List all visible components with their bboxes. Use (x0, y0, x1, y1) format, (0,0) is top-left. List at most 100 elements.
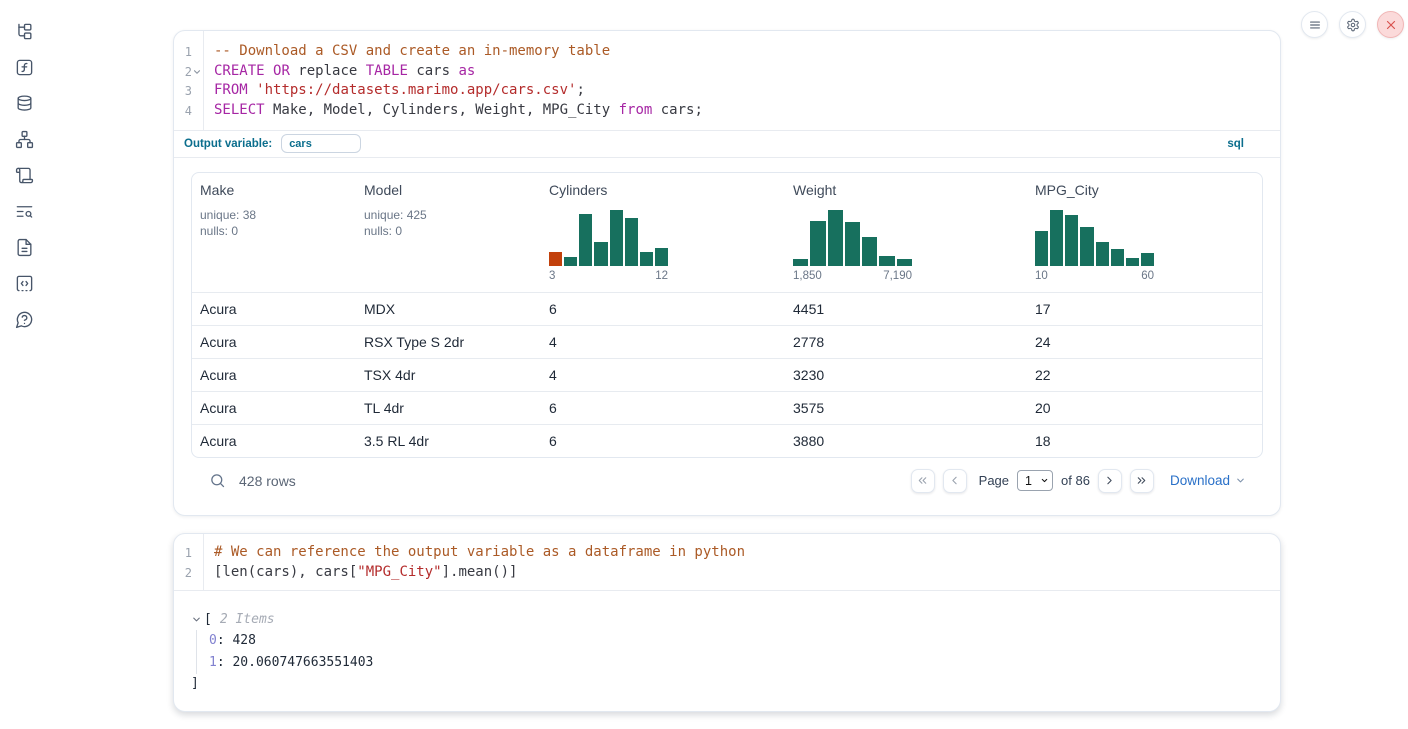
function-square-icon (15, 58, 34, 77)
item-separator: : (217, 655, 233, 670)
item-value: 20.060747663551403 (232, 655, 373, 670)
histogram-bar (549, 252, 562, 266)
python-code-editor[interactable]: 12# We can reference the output variable… (174, 534, 1280, 591)
code-token: "MPG_City" (357, 564, 441, 580)
column-header-weight[interactable]: Weight1,8507,190 (785, 173, 1027, 292)
line-number-text: 2 (185, 65, 192, 79)
output-variable-label: Output variable: (184, 138, 272, 150)
table-cell: 20 (1027, 392, 1262, 424)
search-button[interactable] (208, 472, 226, 490)
settings-button[interactable] (1339, 11, 1366, 38)
code-token: as (458, 63, 475, 79)
table-row[interactable]: Acura3.5 RL 4dr6388018 (192, 424, 1262, 457)
line-number-gutter: 1234 (174, 31, 204, 130)
code-line[interactable]: [len(cars), cars["MPG_City"].mean()] (214, 563, 1280, 583)
sidebar-help-button[interactable] (14, 310, 34, 329)
item-index: 1 (209, 655, 217, 670)
stat-line: nulls: 0 (200, 223, 348, 240)
sidebar-file-explorer-button[interactable] (14, 22, 34, 41)
axis-min-label: 1,850 (793, 270, 822, 282)
page-total: of 86 (1061, 473, 1090, 488)
sql-cell: 1 2 3 4 -- Download a CSV and create an in-m… (173, 30, 1281, 516)
code-line[interactable]: -- Download a CSV and create an in-memor… (214, 42, 1280, 62)
code-line[interactable]: # We can reference the output variable a… (214, 543, 1280, 563)
sidebar-documentation-button[interactable] (14, 238, 34, 257)
column-header-model[interactable]: Modelunique: 425nulls: 0 (356, 173, 541, 292)
table-cell: 6 (541, 293, 785, 325)
first-page-button[interactable] (911, 469, 935, 493)
table-footer: 428 rows Page 1 of 86 (191, 458, 1263, 504)
tree-root-row: [ 2 Items (191, 608, 1280, 630)
code-token: ; (576, 82, 584, 98)
column-header-make[interactable]: Makeunique: 38nulls: 0 (192, 173, 356, 292)
sql-code-editor[interactable]: 1234-- Download a CSV and create an in-m… (174, 31, 1280, 131)
column-histogram (793, 210, 912, 266)
line-number: 3 (174, 81, 203, 101)
fold-chevron-icon[interactable] (192, 67, 202, 77)
table-cell: 3.5 RL 4dr (356, 425, 541, 457)
python-cell: 1 2 # We can reference the output variable… (173, 533, 1281, 712)
line-number: 4 (174, 101, 203, 121)
prev-page-button[interactable] (943, 469, 967, 493)
table-cell: TL 4dr (356, 392, 541, 424)
histogram-bar (862, 237, 877, 266)
line-number: 2 (174, 563, 203, 583)
sidebar-scratchpad-button[interactable] (14, 166, 34, 185)
sidebar-variables-button[interactable] (14, 58, 34, 77)
download-label: Download (1170, 473, 1230, 488)
menu-button[interactable] (1301, 11, 1328, 38)
code-line[interactable]: FROM 'https://datasets.marimo.app/cars.c… (214, 81, 1280, 101)
table-cell: 6 (541, 392, 785, 424)
table-row[interactable]: AcuraTSX 4dr4323022 (192, 358, 1262, 391)
download-button[interactable]: Download (1170, 473, 1246, 488)
table-cell: Acura (192, 425, 356, 457)
list-item: 0: 428 (209, 630, 1280, 652)
page-label: Page (979, 473, 1009, 488)
column-header-cylinders[interactable]: Cylinders312 (541, 173, 785, 292)
shutdown-button[interactable] (1377, 11, 1404, 38)
code-line[interactable]: SELECT Make, Model, Cylinders, Weight, M… (214, 101, 1280, 121)
fold-spacer (192, 548, 202, 558)
table-row[interactable]: AcuraMDX6445117 (192, 292, 1262, 325)
code-token: CREATE (214, 63, 265, 79)
last-page-button[interactable] (1130, 469, 1154, 493)
page-select[interactable]: 1 (1017, 470, 1053, 491)
table-cell: RSX Type S 2dr (356, 326, 541, 358)
table-cell: 18 (1027, 425, 1262, 457)
page-select-wrap: 1 (1017, 470, 1053, 491)
code-token: 'https://datasets.marimo.app/cars.csv' (256, 82, 576, 98)
sidebar-logs-button[interactable] (14, 202, 34, 221)
column-name: Weight (793, 182, 1019, 198)
histogram-axis: 1060 (1035, 270, 1154, 282)
table-row[interactable]: AcuraTL 4dr6357520 (192, 391, 1262, 424)
table-row[interactable]: AcuraRSX Type S 2dr4277824 (192, 325, 1262, 358)
stat-line: unique: 425 (364, 207, 533, 224)
output-variable-input[interactable] (281, 134, 361, 153)
database-icon (15, 94, 34, 113)
text-search-icon (15, 202, 34, 221)
sidebar-snippets-button[interactable] (14, 274, 34, 293)
fold-spacer (192, 106, 202, 116)
collapse-button[interactable] (191, 614, 202, 625)
chevrons-right-icon (1135, 474, 1148, 487)
histogram-bar (564, 257, 577, 266)
sidebar-datasources-button[interactable] (14, 94, 34, 113)
code-line[interactable]: CREATE OR replace TABLE cars as (214, 62, 1280, 82)
code-lines: -- Download a CSV and create an in-memor… (204, 31, 1280, 130)
list-item: 1: 20.060747663551403 (209, 652, 1280, 674)
next-page-button[interactable] (1098, 469, 1122, 493)
scroll-icon (15, 166, 34, 185)
list-output: [ 2 Items 0: 4281: 20.060747663551403 ] (174, 591, 1280, 694)
column-header-mpg_city[interactable]: MPG_City1060 (1027, 173, 1262, 292)
item-index: 0 (209, 633, 217, 648)
histogram-bar (594, 242, 607, 266)
help-bubble-icon (15, 310, 34, 329)
network-icon (15, 130, 34, 149)
code-token: cars; (652, 102, 703, 118)
histogram-bar (1065, 215, 1078, 265)
sidebar-dependency-graph-button[interactable] (14, 130, 34, 149)
code-token: # We can reference the output variable a… (214, 544, 745, 560)
histogram-bar (1096, 242, 1109, 266)
histogram-bar (1111, 249, 1124, 266)
line-number-text: 4 (185, 104, 192, 118)
